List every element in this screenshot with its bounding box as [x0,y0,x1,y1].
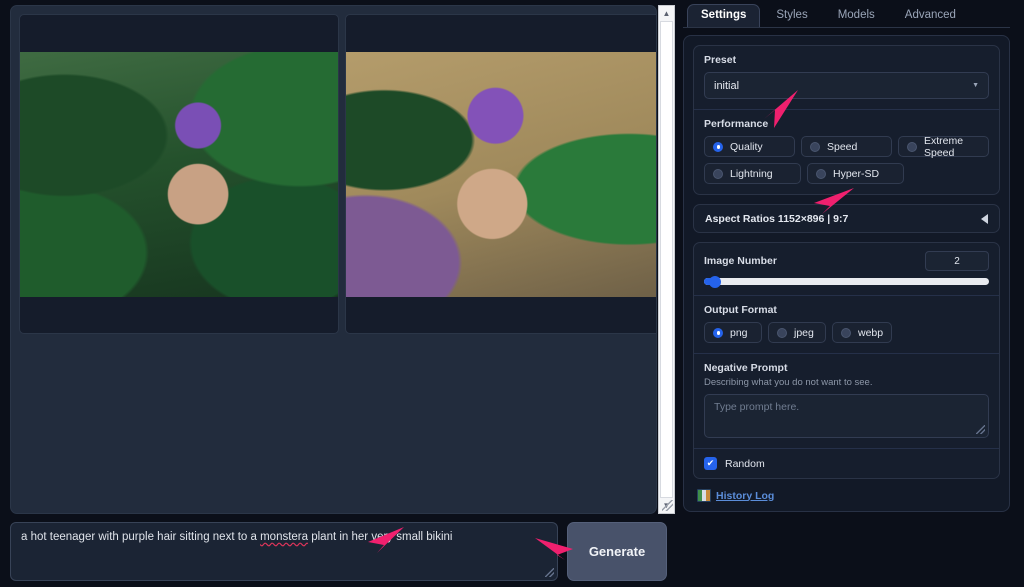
performance-option-extreme-speed[interactable]: Extreme Speed [898,134,989,159]
settings-panel: Preset initial ▼ Performance Quality Spe… [683,35,1010,512]
image-number-value[interactable]: 2 [925,251,989,271]
generated-image-1-thumbnail [20,51,338,297]
generate-button[interactable]: Generate [567,522,667,581]
chevron-down-icon: ▼ [972,82,979,89]
performance-label: Performance [704,118,769,130]
performance-option-lightning-label: Lightning [730,167,773,180]
left-column: ▲ ▼ a hot teenager with purple hair sitt… [0,0,683,587]
history-log-row[interactable]: History Log [693,489,1000,502]
negative-prompt-label: Negative Prompt [704,362,788,374]
radio-icon [777,327,787,338]
random-seed-row[interactable]: ✔ Random [694,448,999,478]
radio-icon [816,168,826,179]
performance-option-speed[interactable]: Speed [801,136,892,157]
output-format-option-jpeg[interactable]: jpeg [768,322,826,343]
output-format-option-png[interactable]: png [704,322,762,343]
image-number-section: Image Number 2 [694,243,999,295]
tab-bar: Settings Styles Models Advanced [683,0,1010,28]
random-label: Random [725,457,765,470]
gallery-wrapper: ▲ ▼ [10,5,675,514]
generated-image-2[interactable] [345,14,656,334]
output-format-row: png jpeg webp [704,322,989,343]
image-gallery [10,5,657,514]
prompt-text-before: a hot teenager with purple hair sitting … [21,531,261,543]
negative-prompt-input[interactable]: Type prompt here. [704,394,989,438]
preset-label: Preset [704,54,737,66]
image-number-header: Image Number 2 [704,251,989,271]
output-format-option-webp[interactable]: webp [832,322,893,343]
prompt-row: a hot teenager with purple hair sitting … [10,522,675,581]
image-number-label: Image Number [704,255,777,267]
prompt-text: a hot teenager with purple hair sitting … [21,530,547,546]
radio-icon [907,141,917,152]
aspect-ratios-accordion[interactable]: Aspect Ratios 1152×896 | 9:7 [693,204,1000,233]
performance-option-quality-label: Quality [730,140,763,153]
tab-settings[interactable]: Settings [687,3,761,27]
generation-options-card: Image Number 2 Output Format png jpeg we… [693,242,1000,479]
right-column: Settings Styles Models Advanced Preset i… [683,0,1024,587]
performance-option-hyper-sd-label: Hyper-SD [833,167,880,180]
prompt-text-after: plant in her very small bikini [308,531,453,543]
output-format-section: Output Format png jpeg webp [694,295,999,353]
scrollbar-thumb[interactable] [660,21,673,498]
image-number-slider[interactable] [704,275,989,288]
performance-option-lightning[interactable]: Lightning [704,163,801,184]
preset-performance-card: Preset initial ▼ Performance Quality Spe… [693,45,1000,195]
performance-row-1: Quality Speed Extreme Speed [704,134,989,159]
chevron-left-icon [981,213,988,224]
generated-image-1[interactable] [19,14,339,334]
preset-section: Preset initial ▼ [694,46,999,109]
performance-option-speed-label: Speed [827,140,858,153]
history-log-link[interactable]: History Log [716,490,774,502]
output-format-option-webp-label: webp [858,326,884,339]
negative-prompt-resize-grip-icon[interactable] [976,425,985,434]
radio-icon [841,327,851,338]
prompt-input[interactable]: a hot teenager with purple hair sitting … [10,522,558,581]
gallery-scrollbar[interactable]: ▲ ▼ [658,5,675,514]
radio-icon [810,141,820,152]
radio-selected-icon [713,141,723,152]
random-checkbox[interactable]: ✔ [704,457,717,470]
aspect-ratios-label: Aspect Ratios 1152×896 | 9:7 [705,212,849,225]
radio-selected-icon [713,327,723,338]
tab-advanced[interactable]: Advanced [891,4,970,28]
negative-prompt-section: Negative Prompt Describing what you do n… [694,353,999,448]
output-format-option-png-label: png [730,326,748,339]
tab-styles[interactable]: Styles [762,4,821,28]
performance-row-2: Lightning Hyper-SD [704,163,989,184]
performance-option-extreme-speed-label: Extreme Speed [924,134,964,159]
performance-section: Performance Quality Speed Extreme Speed … [694,109,999,194]
preset-value: initial [714,79,740,92]
negative-prompt-description: Describing what you do not want to see. [704,377,873,388]
prompt-resize-grip-icon[interactable] [545,568,554,577]
resize-grip-icon[interactable] [662,500,673,511]
output-format-option-jpeg-label: jpeg [794,326,814,339]
tab-models[interactable]: Models [824,4,889,28]
performance-option-quality[interactable]: Quality [704,136,795,157]
app-root: ▲ ▼ a hot teenager with purple hair sitt… [0,0,1024,587]
negative-prompt-placeholder: Type prompt here. [714,401,800,413]
prompt-misspelled-word: monstera [260,531,309,543]
history-icon [697,489,711,502]
generated-image-2-thumbnail [346,51,656,297]
slider-thumb[interactable] [709,275,722,288]
performance-option-hyper-sd[interactable]: Hyper-SD [807,163,904,184]
radio-icon [713,168,723,179]
preset-select[interactable]: initial ▼ [704,72,989,99]
output-format-label: Output Format [704,304,777,316]
scroll-up-icon[interactable]: ▲ [659,6,674,21]
